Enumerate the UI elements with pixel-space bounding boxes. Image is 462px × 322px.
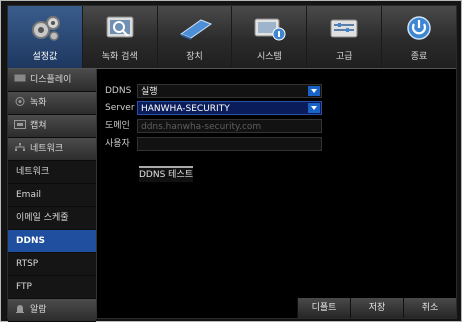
sidebar-item-record[interactable]: 녹화 [8,92,96,115]
sidebar-item-label: 디스플레이 [30,75,72,85]
chevron-down-icon[interactable] [308,86,320,96]
dvr-screen: 설정값 녹화 검색 장치 시스템 고급 종료 디스플레이 녹화 캡쳐 네트워크 … [7,5,457,322]
tab-record-search[interactable]: 녹화 검색 [83,6,158,68]
system-icon [254,18,286,41]
sidebar-item-label: RTSP [16,259,39,269]
ddns-label: DDNS [105,86,132,96]
ddns-settings-panel: DDNS 실행 Server HANWHA-SECURITY 도메인 ddns.… [97,69,456,318]
advanced-icon [330,19,358,38]
tab-advanced-label: 고급 [335,52,353,62]
sidebar-item-rtsp[interactable]: RTSP [8,253,96,276]
sidebar-item-label: 네트워크 [16,167,50,177]
alarm-icon [16,305,24,313]
sidebar-item-label: FTP [16,282,32,292]
sidebar-item-alarm[interactable]: 알람 [8,299,96,322]
tab-exit[interactable]: 종료 [382,6,456,68]
tab-device-label: 장치 [186,52,203,62]
sidebar-item-email[interactable]: Email [8,184,96,207]
monitor-icon [14,74,26,82]
save-button[interactable]: 저장 [350,298,403,318]
sidebar-item-email-schedule[interactable]: 이메일 스케줄 [8,207,96,230]
sidebar-item-label: Email [16,190,41,200]
network-icon [15,143,25,151]
domain-field: ddns.hanwha-security.com [137,119,322,133]
sidebar-item-label: 네트워크 [30,144,64,154]
capture-icon [14,120,26,129]
sidebar: 디스플레이 녹화 캡쳐 네트워크 네트워크 Email 이메일 스케줄 DDNS… [8,69,97,322]
tab-record-search-label: 녹화 검색 [101,52,138,62]
domain-label: 도메인 [105,121,130,131]
server-label: Server [105,103,135,113]
ddns-select[interactable]: 실행 [137,84,322,98]
tab-system[interactable]: 시스템 [232,6,308,68]
sidebar-item-label: 이메일 스케줄 [16,213,69,223]
user-label: 사용자 [105,139,130,149]
server-select-value: HANWHA-SECURITY [141,104,230,114]
sidebar-item-network[interactable]: 네트워크 [8,161,96,184]
default-button[interactable]: 디폴트 [297,298,350,318]
sidebar-item-label: 알람 [30,305,47,315]
action-buttons: 디폴트 저장 취소 [297,298,456,318]
chevron-down-icon[interactable] [308,103,320,113]
sidebar-item-ddns[interactable]: DDNS [8,230,96,253]
tab-system-label: 시스템 [256,52,282,62]
tab-exit-label: 종료 [410,52,428,62]
cancel-button[interactable]: 취소 [403,298,456,318]
ddns-test-button[interactable]: DDNS 테스트 [139,166,193,182]
record-icon [15,97,25,106]
search-record-icon [106,16,134,38]
power-icon [407,16,431,40]
sidebar-item-label: 녹화 [30,98,47,108]
sidebar-item-ftp[interactable]: FTP [8,276,96,299]
tab-settings[interactable]: 설정값 [8,6,83,68]
device-icon [179,19,212,40]
server-select[interactable]: HANWHA-SECURITY [137,101,322,115]
gear-icon [31,16,60,41]
tab-settings-label: 설정값 [32,52,58,62]
tab-advanced[interactable]: 고급 [307,6,383,68]
ddns-select-value: 실행 [141,87,158,97]
sidebar-item-capture[interactable]: 캡쳐 [8,115,96,138]
top-menu: 설정값 녹화 검색 장치 시스템 고급 종료 [8,6,456,69]
sidebar-item-label: 캡쳐 [30,121,47,131]
tab-device[interactable]: 장치 [158,6,233,68]
sidebar-item-display[interactable]: 디스플레이 [8,69,96,92]
user-field[interactable] [137,137,322,151]
sidebar-item-label: DDNS [16,236,45,246]
sidebar-item-network-category[interactable]: 네트워크 [8,138,96,161]
dvr-window: 설정값 녹화 검색 장치 시스템 고급 종료 디스플레이 녹화 캡쳐 네트워크 … [0,0,462,322]
